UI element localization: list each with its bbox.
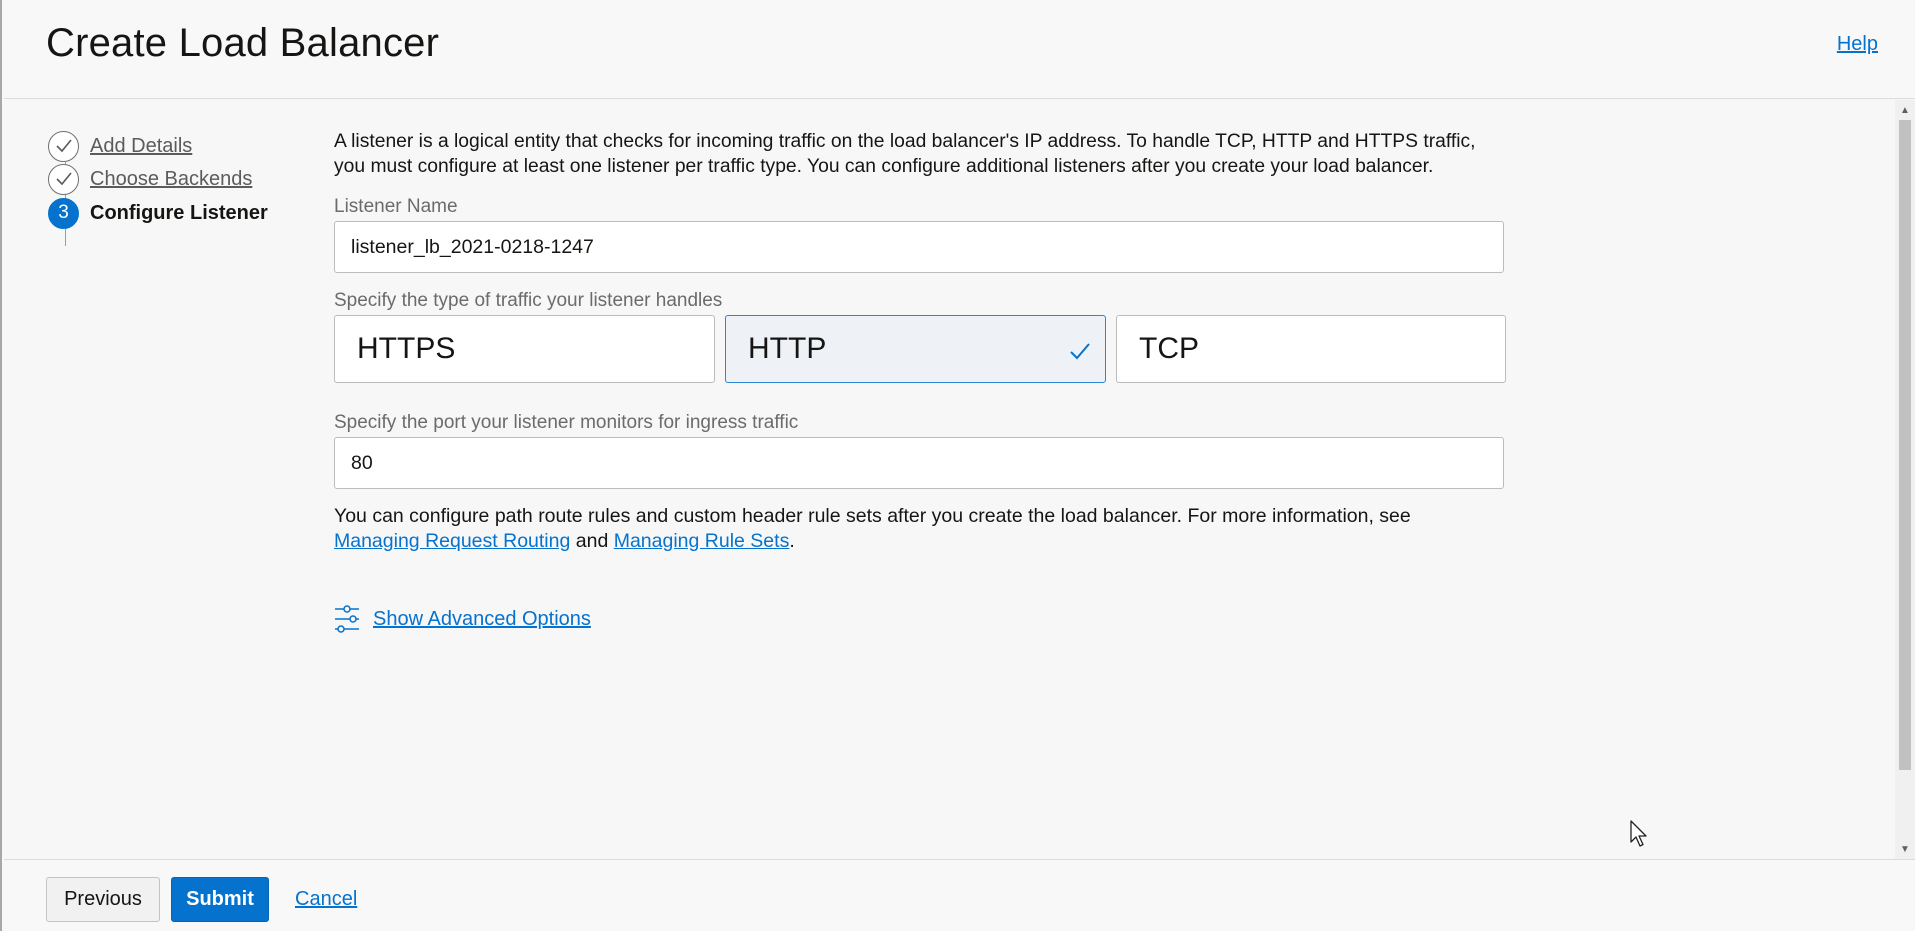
check-circle-icon xyxy=(48,163,79,195)
scrollbar-thumb[interactable] xyxy=(1899,120,1911,770)
step-configure-listener: 3 Configure Listener xyxy=(48,197,308,229)
help-link[interactable]: Help xyxy=(1837,33,1878,56)
note-and: and xyxy=(575,529,609,552)
traffic-option-tcp[interactable]: TCP xyxy=(1116,315,1506,383)
traffic-option-label: TCP xyxy=(1139,332,1199,365)
previous-button[interactable]: Previous xyxy=(46,877,160,922)
check-circle-icon xyxy=(48,130,79,162)
show-advanced-options-link[interactable]: Show Advanced Options xyxy=(373,608,591,631)
intro-text: A listener is a logical entity that chec… xyxy=(334,131,1476,177)
submit-button[interactable]: Submit xyxy=(171,877,269,922)
routing-note: You can configure path route rules and c… xyxy=(334,504,1506,553)
note-text: You can configure path route rules and c… xyxy=(334,505,1411,527)
step-add-details[interactable]: Add Details xyxy=(48,130,308,162)
step-choose-backends[interactable]: Choose Backends xyxy=(48,163,308,195)
traffic-type-label: Specify the type of traffic your listene… xyxy=(334,290,723,311)
vertical-scrollbar[interactable]: ▲ ▼ xyxy=(1895,100,1915,859)
listener-name-label: Listener Name xyxy=(334,196,458,217)
check-icon xyxy=(1070,343,1090,360)
show-advanced-options[interactable]: Show Advanced Options xyxy=(334,605,1506,633)
managing-request-routing-link[interactable]: Managing Request Routing xyxy=(334,530,570,552)
scroll-down-icon[interactable]: ▼ xyxy=(1895,841,1915,857)
step-label: Configure Listener xyxy=(90,201,268,224)
page-title: Create Load Balancer xyxy=(46,21,440,65)
listener-name-input[interactable]: listener_lb_2021-0218-1247 xyxy=(334,221,1504,273)
traffic-option-label: HTTPS xyxy=(357,332,456,365)
sliders-icon xyxy=(335,605,359,633)
note-period: . xyxy=(789,529,795,552)
port-input[interactable]: 80 xyxy=(334,437,1504,489)
panel-header: Create Load Balancer Help xyxy=(4,0,1915,99)
step-label[interactable]: Add Details xyxy=(90,135,192,158)
traffic-option-https[interactable]: HTTPS xyxy=(334,315,715,383)
panel-footer: Previous Submit Cancel xyxy=(4,859,1915,931)
step-number-badge: 3 xyxy=(48,197,79,229)
port-label: Specify the port your listener monitors … xyxy=(334,412,799,433)
panel-content: Add Details Choose Backends 3 Configure … xyxy=(4,100,1897,859)
scroll-up-icon[interactable]: ▲ xyxy=(1895,102,1915,118)
cancel-link[interactable]: Cancel xyxy=(295,888,357,911)
traffic-option-label: HTTP xyxy=(748,332,827,365)
traffic-option-http[interactable]: HTTP xyxy=(725,315,1106,383)
mouse-pointer-icon xyxy=(1630,820,1647,847)
create-load-balancer-panel: Create Load Balancer Help Add Details Ch… xyxy=(0,0,1915,931)
step-label[interactable]: Choose Backends xyxy=(90,168,252,191)
listener-form: A listener is a logical entity that chec… xyxy=(334,130,1506,633)
managing-rule-sets-link[interactable]: Managing Rule Sets xyxy=(614,530,790,552)
traffic-type-selector: HTTPS HTTP TCP xyxy=(334,315,1506,383)
